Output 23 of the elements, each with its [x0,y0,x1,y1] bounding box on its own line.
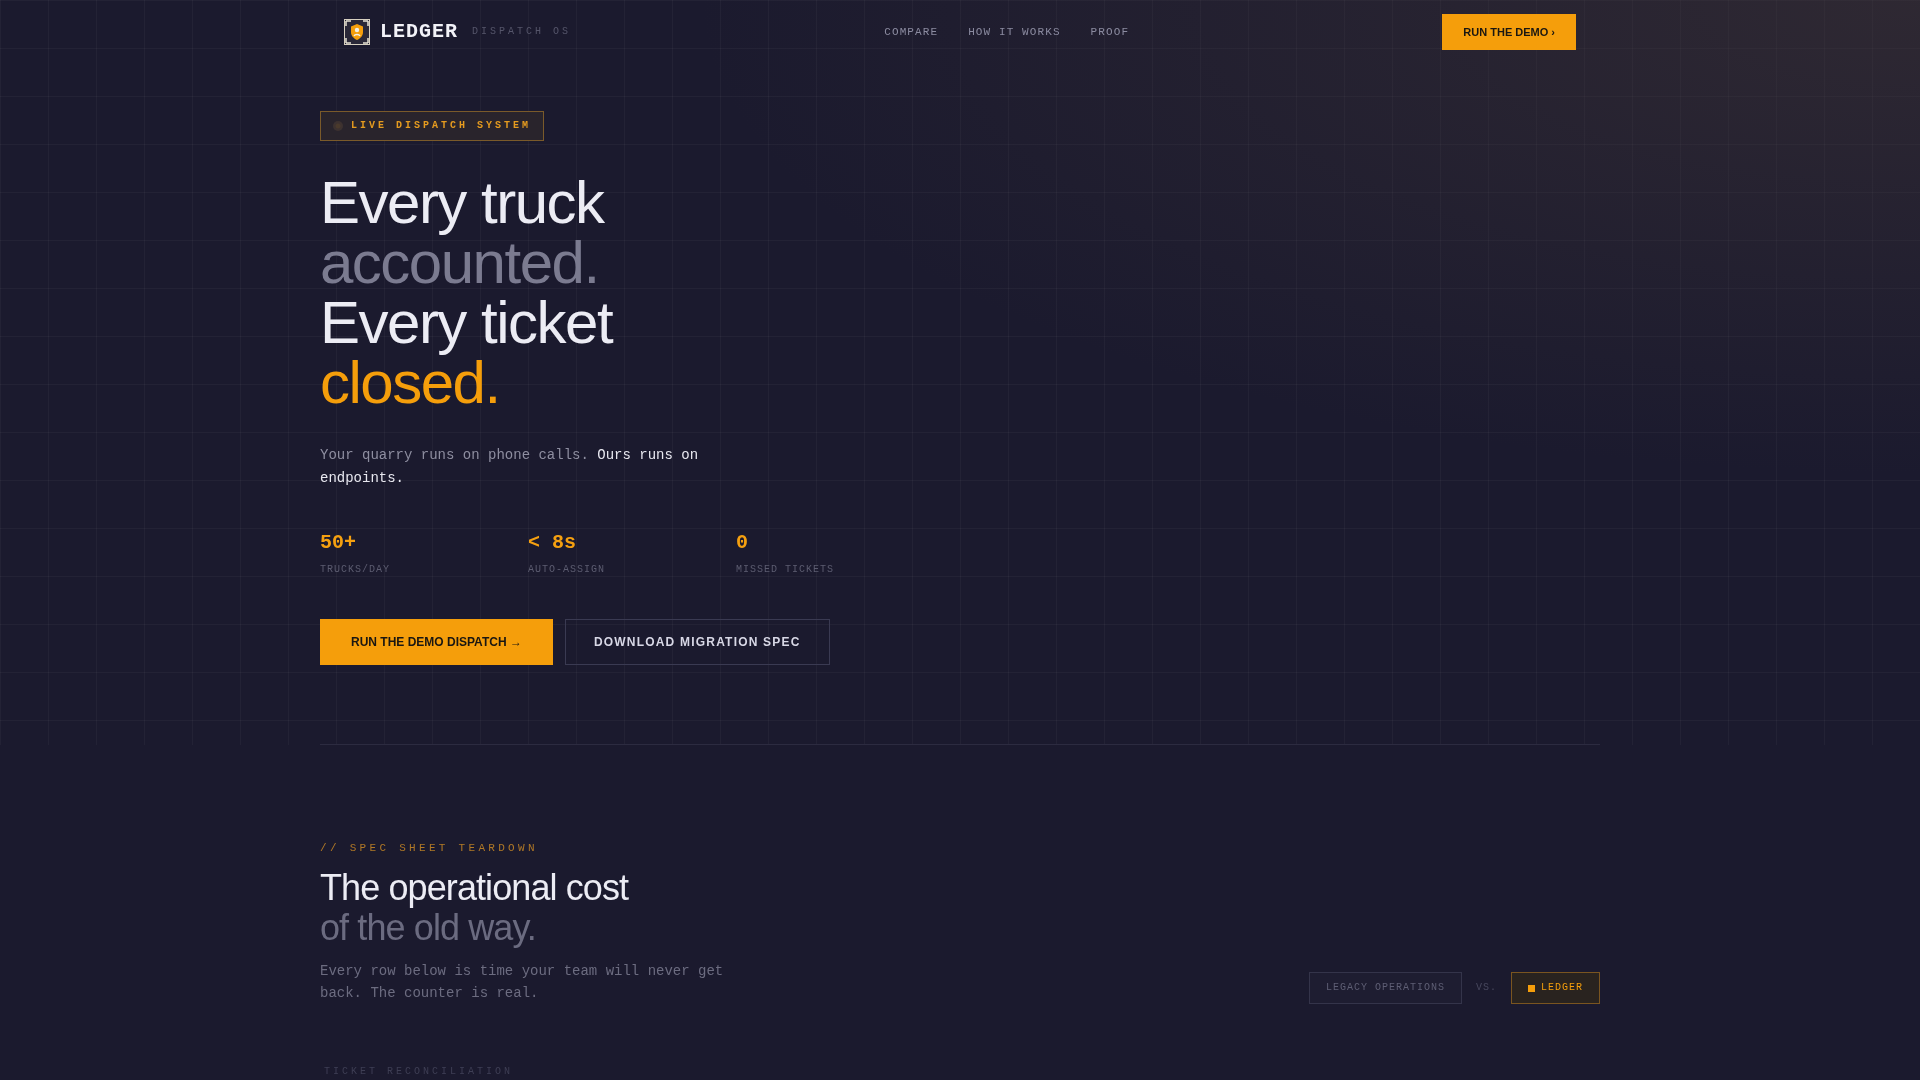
hero-headline: Every truck accounted. Every ticket closed. [320,173,613,413]
run-demo-button[interactable]: RUN THE DEMO › [1442,14,1576,50]
brand-name: LEDGER [380,22,458,42]
hero-description: Your quarry runs on phone calls. Ours runs on endpoints. [320,446,700,488]
stat-value: 0 [736,530,748,556]
status-dot-icon [333,121,343,131]
square-marker-icon [1528,984,1535,992]
download-spec-button[interactable]: DOWNLOAD MIGRATION SPEC [564,619,830,665]
stat-value: 50+ [320,530,356,556]
nav-link[interactable]: PROOF [1090,26,1130,38]
comparison-toggle-option[interactable]: LEDGER [1511,972,1600,1004]
section-eyebrow: // SPEC SHEET TEARDOWN [320,841,538,856]
stat-label: TRUCKS/DAY [320,563,390,577]
badge-label: LIVE DISPATCH SYSTEM [351,121,532,131]
nav-link[interactable]: HOW IT WORKS [968,26,1061,38]
section-description: Every row below is time your team will never get back. The counter is real. [320,962,725,1003]
section-heading: The operational cost of the old way. [320,868,629,948]
stat-label: MISSED TICKETS [736,563,834,577]
stat-value: < 8s [528,530,576,556]
nav-link[interactable]: COMPARE [884,26,939,38]
run-demo-dispatch-button[interactable]: RUN THE DEMO DISPATCH → [320,619,553,665]
stat-label: AUTO-ASSIGN [528,563,605,577]
shield-logo-icon [344,19,370,45]
